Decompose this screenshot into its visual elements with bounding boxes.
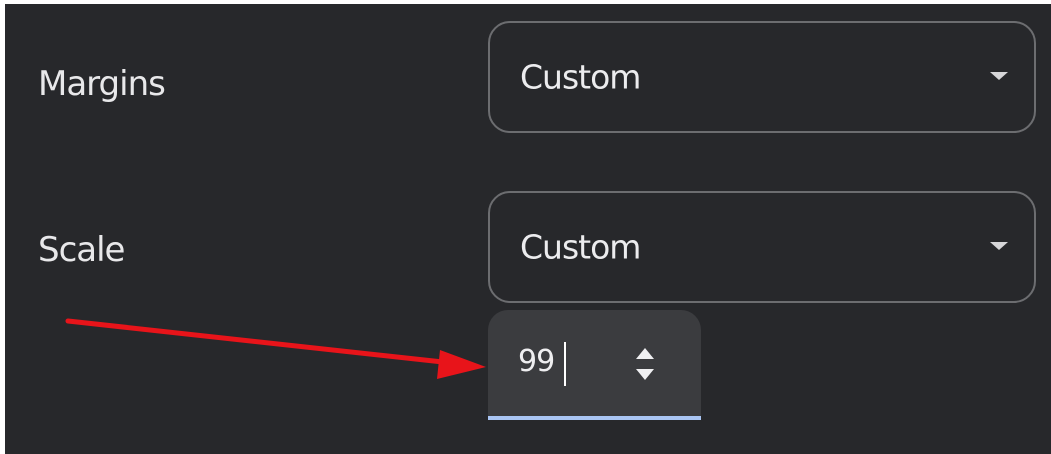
increment-arrow-icon[interactable] <box>636 348 654 359</box>
chevron-down-icon <box>990 72 1008 80</box>
scale-stepper-value: 99 <box>518 344 555 379</box>
decrement-arrow-icon[interactable] <box>636 369 654 380</box>
margins-label: Margins <box>38 64 166 104</box>
text-cursor <box>564 342 566 386</box>
margins-select-value: Custom <box>520 57 641 97</box>
margins-select[interactable]: Custom <box>488 21 1036 133</box>
up-down-spinner-icon[interactable] <box>633 346 657 386</box>
scale-stepper-input[interactable]: 99 <box>488 310 701 420</box>
scale-select-value: Custom <box>520 227 641 267</box>
scale-select[interactable]: Custom <box>488 191 1036 303</box>
chevron-down-icon <box>990 242 1008 250</box>
print-settings-panel: Margins Custom Scale Custom 99 <box>5 4 1051 454</box>
scale-label: Scale <box>38 230 125 270</box>
